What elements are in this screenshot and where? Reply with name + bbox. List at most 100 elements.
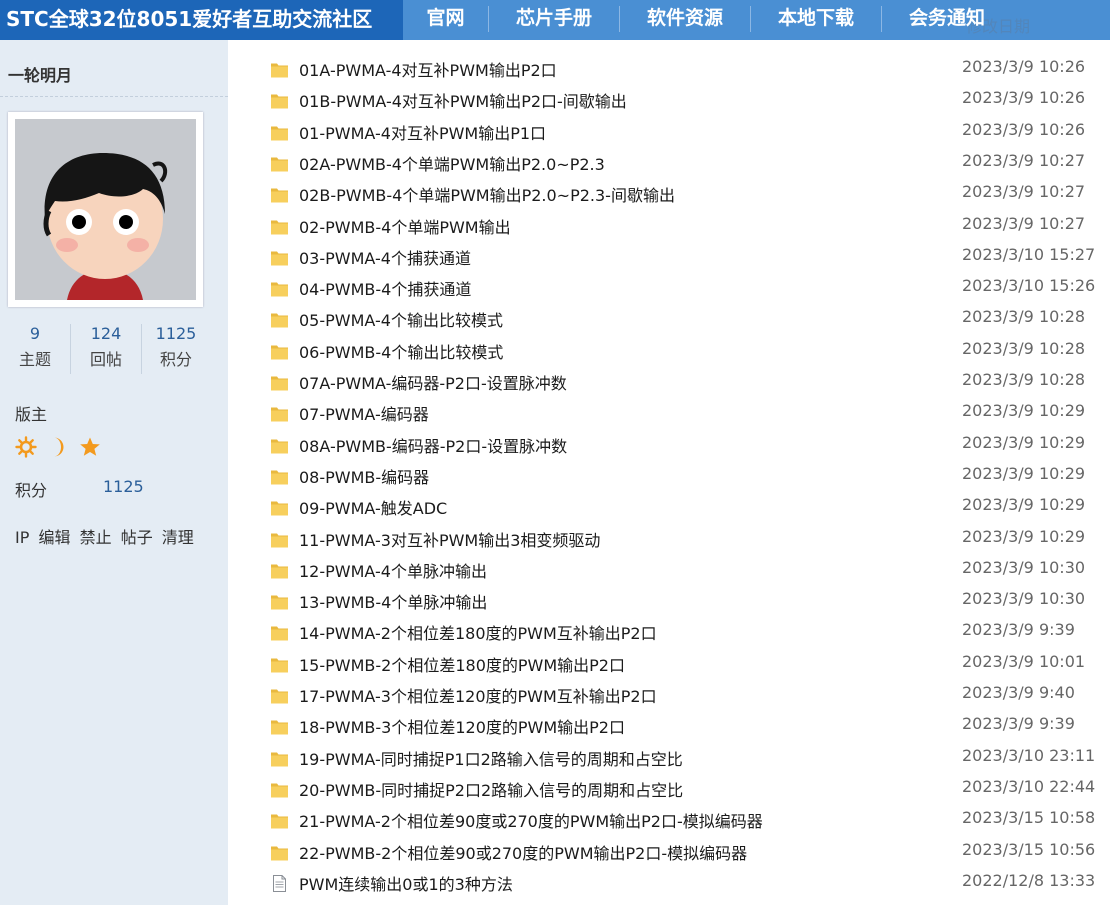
stat-replies-value: 124 <box>90 324 122 343</box>
folder-row[interactable]: 17-PWMA-3个相位差120度的PWM互补输出P2口 2023/3/9 9:4… <box>228 680 1110 711</box>
file-modified-date: 2023/3/9 10:27 <box>962 213 1086 233</box>
top-navigation: 修改日期 STC全球32位8051爱好者互助交流社区 官网 芯片手册 软件资源 … <box>0 0 1110 40</box>
folder-row[interactable]: 07A-PWMA-编码器-P2口-设置脉冲数 2023/3/9 10:28 <box>228 367 1110 398</box>
avatar[interactable] <box>8 112 203 307</box>
folder-icon <box>270 310 289 333</box>
folder-row[interactable]: 01A-PWMA-4对互补PWM输出P2口 2023/3/9 10:26 <box>228 54 1110 85</box>
file-name[interactable]: 06-PWMB-4个输出比较模式 <box>299 339 503 363</box>
folder-icon <box>270 843 289 866</box>
folder-icon <box>270 561 289 584</box>
folder-icon <box>270 154 289 177</box>
folder-row[interactable]: 11-PWMA-3对互补PWM输出3相变频驱动 2023/3/9 10:29 <box>228 524 1110 555</box>
file-name[interactable]: 18-PWMB-3个相位差120度的PWM输出P2口 <box>299 714 625 738</box>
folder-row[interactable]: 08A-PWMB-编码器-P2口-设置脉冲数 2023/3/9 10:29 <box>228 430 1110 461</box>
file-name[interactable]: 07-PWMA-编码器 <box>299 401 429 425</box>
user-sidebar: 一轮明月 9 主题 124 回帖 1125 积分 版主 积分 1125 IP 编… <box>0 40 229 905</box>
file-modified-date: 2023/3/9 10:27 <box>962 150 1086 170</box>
nav-chip-manual[interactable]: 芯片手册 <box>489 0 619 40</box>
stat-threads-label: 主题 <box>18 350 51 369</box>
folder-row[interactable]: 02-PWMB-4个单端PWM输出 2023/3/9 10:27 <box>228 211 1110 242</box>
file-name[interactable]: 21-PWMA-2个相位差90度或270度的PWM输出P2口-模拟编码器 <box>299 808 763 832</box>
folder-row[interactable]: 13-PWMB-4个单脉冲输出 2023/3/9 10:30 <box>228 586 1110 617</box>
admin-links: IP 编辑 禁止 帖子 清理 <box>15 524 198 548</box>
nav-local-download[interactable]: 本地下载 <box>751 0 881 40</box>
folder-row[interactable]: 03-PWMA-4个捕获通道 2023/3/10 15:27 <box>228 242 1110 273</box>
file-modified-date: 2023/3/9 10:26 <box>962 57 1086 76</box>
file-name[interactable]: 12-PWMA-4个单脉冲输出 <box>299 558 487 582</box>
file-name[interactable]: 07A-PWMA-编码器-P2口-设置脉冲数 <box>299 370 567 394</box>
file-name[interactable]: 03-PWMA-4个捕获通道 <box>299 245 471 269</box>
file-modified-date: 2023/3/9 10:26 <box>962 119 1086 139</box>
file-name[interactable]: 20-PWMB-同时捕捉P2口2路输入信号的周期和占空比 <box>299 777 683 801</box>
file-name[interactable]: 09-PWMA-触发ADC <box>299 495 447 519</box>
user-role[interactable]: 版主 <box>15 401 47 425</box>
file-name[interactable]: 13-PWMB-4个单脉冲输出 <box>299 589 487 613</box>
folder-row[interactable]: 01B-PWMA-4对互补PWM输出P2口-间歇输出 2023/3/9 10:26 <box>228 85 1110 116</box>
admin-ban-link[interactable]: 禁止 <box>80 528 112 547</box>
folder-row[interactable]: 21-PWMA-2个相位差90度或270度的PWM输出P2口-模拟编码器 2023… <box>228 805 1110 836</box>
stat-threads[interactable]: 9 主题 <box>0 322 70 374</box>
folder-row[interactable]: 01-PWMA-4对互补PWM输出P1口 2023/3/9 10:26 <box>228 117 1110 148</box>
folder-row[interactable]: 02B-PWMB-4个单端PWM输出P2.0~P2.3-间歇输出 2023/3/9… <box>228 179 1110 210</box>
folder-icon <box>270 686 289 709</box>
file-name[interactable]: 08-PWMB-编码器 <box>299 464 429 488</box>
file-modified-date: 2023/3/10 22:44 <box>962 776 1096 796</box>
folder-row[interactable]: 12-PWMA-4个单脉冲输出 2023/3/9 10:30 <box>228 555 1110 586</box>
username[interactable]: 一轮明月 <box>8 62 72 86</box>
folder-row[interactable]: 02A-PWMB-4个单端PWM输出P2.0~P2.3 2023/3/9 10:2… <box>228 148 1110 179</box>
file-name[interactable]: 08A-PWMB-编码器-P2口-设置脉冲数 <box>299 433 567 457</box>
folder-row[interactable]: 15-PWMB-2个相位差180度的PWM输出P2口 2023/3/9 10:01 <box>228 649 1110 680</box>
file-name[interactable]: 19-PWMA-同时捕捉P1口2路输入信号的周期和占空比 <box>299 746 683 770</box>
folder-icon <box>270 185 289 208</box>
file-name[interactable]: 15-PWMB-2个相位差180度的PWM输出P2口 <box>299 652 625 676</box>
moon-icon <box>48 436 68 462</box>
admin-clean-link[interactable]: 清理 <box>162 528 194 547</box>
file-modified-date: 2023/3/9 10:28 <box>962 370 1086 389</box>
file-name[interactable]: 02-PWMB-4个单端PWM输出 <box>299 214 511 238</box>
folder-icon <box>270 60 289 83</box>
admin-posts-link[interactable]: 帖子 <box>121 528 153 547</box>
stat-replies[interactable]: 124 回帖 <box>71 322 141 374</box>
file-name[interactable]: 17-PWMA-3个相位差120度的PWM互补输出P2口 <box>299 683 657 707</box>
points-value[interactable]: 1125 <box>103 477 144 496</box>
folder-row[interactable]: 19-PWMA-同时捕捉P1口2路输入信号的周期和占空比 2023/3/10 23… <box>228 743 1110 774</box>
file-modified-date: 2023/3/9 10:29 <box>962 463 1086 483</box>
nav-meeting-notice[interactable]: 会务通知 <box>882 0 1012 40</box>
folder-row[interactable]: 06-PWMB-4个输出比较模式 2023/3/9 10:28 <box>228 336 1110 367</box>
admin-ip-link[interactable]: IP <box>15 528 29 547</box>
nav-software-resources[interactable]: 软件资源 <box>620 0 750 40</box>
folder-row[interactable]: 08-PWMB-编码器 2023/3/9 10:29 <box>228 461 1110 492</box>
site-title[interactable]: STC全球32位8051爱好者互助交流社区 <box>0 0 403 40</box>
stat-points[interactable]: 1125 积分 <box>141 322 211 374</box>
folder-row[interactable]: 09-PWMA-触发ADC 2023/3/9 10:29 <box>228 492 1110 523</box>
file-name[interactable]: 01B-PWMA-4对互补PWM输出P2口-间歇输出 <box>299 88 627 112</box>
folder-icon <box>270 123 289 146</box>
folder-row[interactable]: 05-PWMA-4个输出比较模式 2023/3/9 10:28 <box>228 304 1110 335</box>
file-name[interactable]: 01A-PWMA-4对互补PWM输出P2口 <box>299 57 557 81</box>
file-name[interactable]: 04-PWMB-4个捕获通道 <box>299 276 471 300</box>
file-modified-date: 2023/3/9 10:28 <box>962 338 1086 358</box>
file-name[interactable]: 02A-PWMB-4个单端PWM输出P2.0~P2.3 <box>299 151 605 175</box>
file-name[interactable]: 14-PWMA-2个相位差180度的PWM互补输出P2口 <box>299 620 657 644</box>
file-name[interactable]: PWM连续输出0或1的3种方法 <box>299 871 513 895</box>
nav-official-site[interactable]: 官网 <box>403 0 488 40</box>
folder-icon <box>270 780 289 803</box>
file-row[interactable]: PWM连续输出0或1的3种方法 2022/12/8 13:33 <box>228 868 1110 899</box>
folder-row[interactable]: 20-PWMB-同时捕捉P2口2路输入信号的周期和占空比 2023/3/10 22… <box>228 774 1110 805</box>
file-modified-date: 2023/3/15 10:58 <box>962 808 1096 828</box>
folder-row[interactable]: 14-PWMA-2个相位差180度的PWM互补输出P2口 2023/3/9 9:3… <box>228 617 1110 648</box>
file-modified-date: 2023/3/10 15:26 <box>962 276 1096 296</box>
file-modified-date: 2023/3/9 10:27 <box>962 182 1086 202</box>
file-name[interactable]: 05-PWMA-4个输出比较模式 <box>299 307 503 331</box>
avatar-image <box>15 119 196 300</box>
file-name[interactable]: 11-PWMA-3对互补PWM输出3相变频驱动 <box>299 527 600 551</box>
file-name[interactable]: 22-PWMB-2个相位差90或270度的PWM输出P2口-模拟编码器 <box>299 840 747 864</box>
folder-row[interactable]: 22-PWMB-2个相位差90或270度的PWM输出P2口-模拟编码器 2023/… <box>228 837 1110 868</box>
file-modified-date: 2023/3/9 10:30 <box>962 557 1086 577</box>
folder-row[interactable]: 07-PWMA-编码器 2023/3/9 10:29 <box>228 398 1110 429</box>
folder-row[interactable]: 18-PWMB-3个相位差120度的PWM输出P2口 2023/3/9 9:39 <box>228 711 1110 742</box>
folder-row[interactable]: 04-PWMB-4个捕获通道 2023/3/10 15:26 <box>228 273 1110 304</box>
admin-edit-link[interactable]: 编辑 <box>38 528 70 547</box>
file-name[interactable]: 02B-PWMB-4个单端PWM输出P2.0~P2.3-间歇输出 <box>299 182 675 206</box>
file-name[interactable]: 01-PWMA-4对互补PWM输出P1口 <box>299 120 546 144</box>
